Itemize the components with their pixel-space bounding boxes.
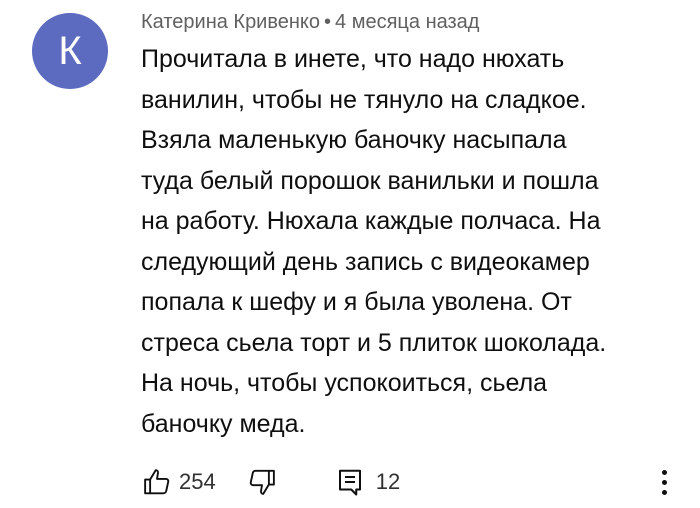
reply-button[interactable]: [334, 466, 366, 498]
header-separator: •: [324, 11, 332, 33]
comment-time[interactable]: 4 месяца назад: [335, 11, 479, 33]
avatar[interactable]: К: [32, 13, 108, 89]
like-button[interactable]: [141, 466, 173, 498]
thumbs-up-icon: [144, 469, 170, 495]
comment-header: Катерина Кривенко • 4 месяца назад: [141, 10, 479, 34]
comment-text: Прочитала в инете, что надо нюхать ванил…: [141, 45, 607, 438]
more-dot-icon: [661, 489, 667, 495]
avatar-letter: К: [58, 28, 82, 73]
dislike-button[interactable]: [246, 466, 278, 498]
reply-comment-icon: [338, 469, 361, 496]
author-name[interactable]: Катерина Кривенко: [141, 11, 320, 33]
like-count: 254: [179, 469, 216, 494]
more-dot-icon: [661, 479, 667, 485]
more-options-button[interactable]: [652, 464, 676, 500]
comment-actions: 254 12: [141, 462, 400, 502]
reply-count: 12: [375, 469, 401, 494]
thumbs-down-icon: [249, 469, 275, 495]
more-dot-icon: [661, 469, 667, 475]
